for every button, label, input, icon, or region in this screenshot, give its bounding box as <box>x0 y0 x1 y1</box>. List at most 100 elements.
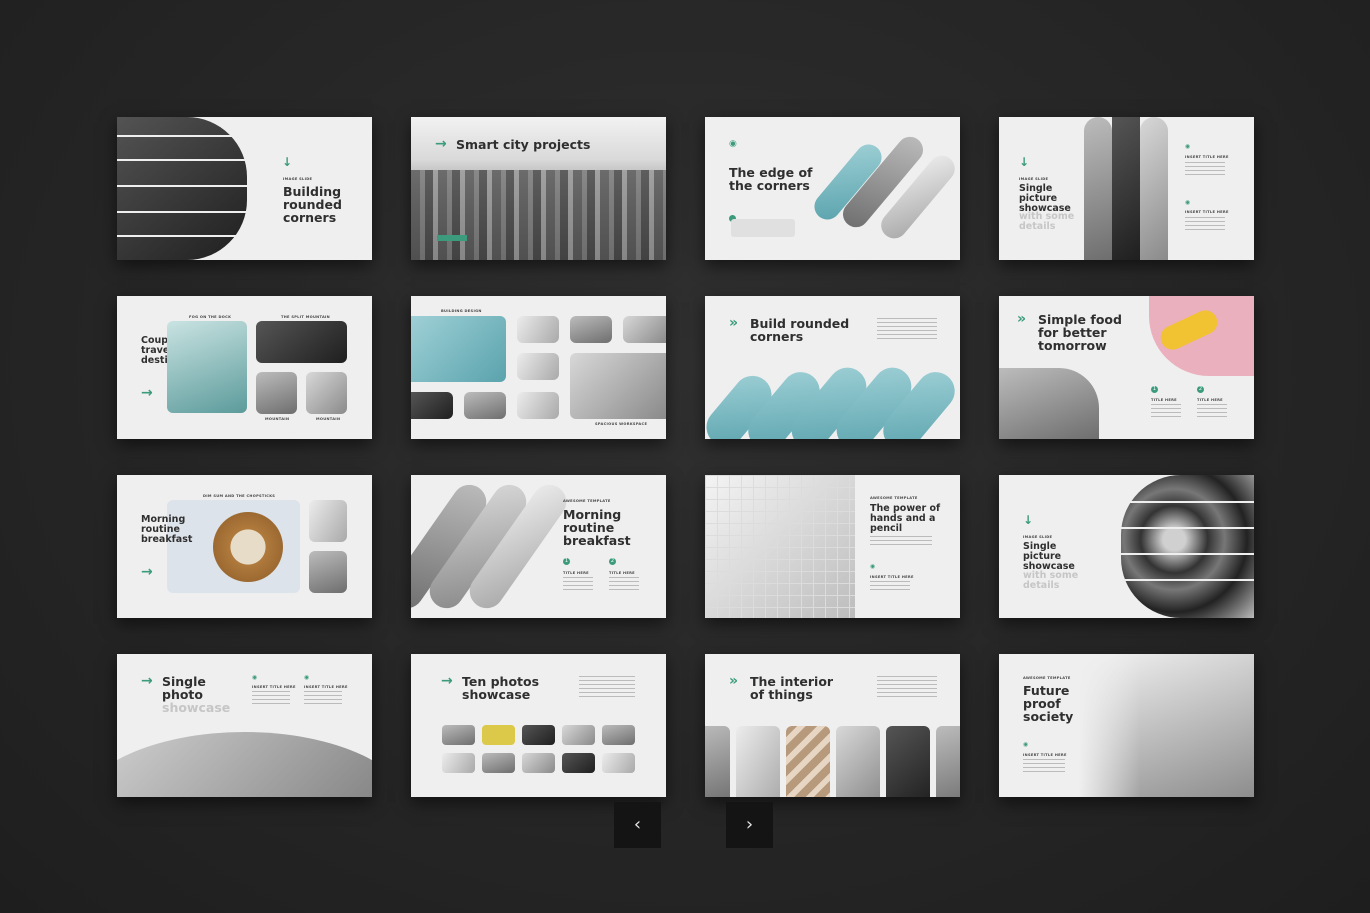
office-image <box>1079 654 1254 797</box>
food-image <box>999 368 1099 439</box>
chevron-left-icon: ‹ <box>633 814 642 835</box>
text-lines <box>1185 217 1225 231</box>
text-lines <box>563 577 593 591</box>
text-lines <box>1185 162 1225 176</box>
slide-title: The edge of the corners <box>729 165 813 193</box>
thumb-image <box>482 725 515 745</box>
caption: TITLE HERE <box>609 571 635 575</box>
slide-title: Single picture showcase <box>1023 541 1075 572</box>
hands-pencil-image <box>705 475 855 618</box>
previous-button[interactable]: ‹ <box>614 802 661 848</box>
text-lines <box>1197 404 1227 418</box>
caption: INSERT TITLE HERE <box>870 575 914 579</box>
mountain-image <box>256 372 297 414</box>
camera-icon: ◉ <box>252 675 258 681</box>
thumb-image <box>442 725 475 745</box>
caption: FOG ON THE DOCK <box>189 315 232 319</box>
slide-thumbnail[interactable]: ◉ The edge of the corners <box>705 117 960 260</box>
double-chevron-icon: » <box>1017 311 1027 327</box>
slide-thumbnail[interactable]: ↓ IMAGE SLIDE Single picture showcase wi… <box>999 117 1254 260</box>
slide-thumbnail[interactable]: AWESOME TEMPLATE The power of hands and … <box>705 475 960 618</box>
slide-title: Morning routine breakfast <box>563 507 631 548</box>
city-skyline-image <box>411 170 666 260</box>
slide-thumbnail[interactable]: → Ten photos showcase <box>411 654 666 797</box>
building-image <box>117 117 247 260</box>
slide-thumbnail[interactable]: AWESOME TEMPLATE Future proof society ◉ … <box>999 654 1254 797</box>
interior-image <box>936 726 960 797</box>
slide-thumbnail[interactable]: » The interior of things <box>705 654 960 797</box>
arrow-down-icon: ↓ <box>1023 513 1034 527</box>
text-lines <box>304 691 342 705</box>
photo-strip-image <box>1112 117 1140 260</box>
text-lines <box>579 676 635 698</box>
interior-image <box>886 726 930 797</box>
thumb-image <box>442 753 475 773</box>
caption: INSERT TITLE HERE <box>1185 210 1229 214</box>
slide-title: Single picture showcase <box>1019 183 1071 214</box>
number-badge: 1 <box>563 558 570 565</box>
camera-icon: ◉ <box>304 675 310 681</box>
slide-thumbnail[interactable]: DIM SUM AND THE CHOPSTICKS Morning routi… <box>117 475 372 618</box>
arrow-right-icon: → <box>141 673 153 689</box>
caption: INSERT TITLE HERE <box>1185 155 1229 159</box>
slide-kicker: DIM SUM AND THE CHOPSTICKS <box>203 494 276 498</box>
interior-image <box>786 726 830 797</box>
slide-subtitle: with some details <box>1023 570 1079 591</box>
next-button[interactable]: › <box>726 802 773 848</box>
slide-title: The interior of things <box>750 674 834 702</box>
number-badge: 2 <box>1197 386 1204 393</box>
slide-kicker: IMAGE SLIDE <box>283 177 313 181</box>
slide-thumbnail[interactable]: → Single photo showcase ◉ INSERT TITLE H… <box>117 654 372 797</box>
interior-image <box>705 726 730 797</box>
slide-subtitle: showcase <box>162 700 231 715</box>
slide-thumbnail[interactable]: ↓ IMAGE SLIDE Single picture showcase wi… <box>999 475 1254 618</box>
slide-title: Simple food for better tomorrow <box>1038 312 1122 353</box>
interior-image <box>736 726 780 797</box>
photo-strip-image <box>1140 117 1168 260</box>
text-lines <box>870 581 910 593</box>
slide-thumbnail[interactable]: BUILDING DESIGN SPACIOUS WORKSPACE <box>411 296 666 439</box>
slide-thumbnail[interactable]: ↓ IMAGE SLIDE Building rounded corners <box>117 117 372 260</box>
building-image <box>411 316 506 382</box>
dumplings-plate <box>213 512 283 582</box>
slide-thumbnail[interactable]: AWESOME TEMPLATE Morning routine breakfa… <box>411 475 666 618</box>
slide-grid: ↓ IMAGE SLIDE Building rounded corners →… <box>117 117 1254 797</box>
slide-thumbnail[interactable]: Couple travel destinations → FOG ON THE … <box>117 296 372 439</box>
slide-thumbnail[interactable]: → Smart city projects <box>411 117 666 260</box>
thumb-image <box>570 316 612 343</box>
caption: MOUNTAIN <box>265 417 290 421</box>
text-lines <box>1023 759 1065 773</box>
slide-thumbnail[interactable]: » Simple food for better tomorrow 1 2 TI… <box>999 296 1254 439</box>
thumb-image <box>517 353 559 380</box>
slide-title: Smart city projects <box>456 137 591 152</box>
thumb-image <box>623 316 666 343</box>
mountain-image <box>306 372 347 414</box>
camera-icon: ◉ <box>1185 144 1191 150</box>
thumb-image <box>411 392 453 419</box>
slide-title: Single photo <box>162 674 206 702</box>
mountain-image <box>256 321 347 363</box>
thumb-image <box>482 753 515 773</box>
caption: MOUNTAIN <box>316 417 341 421</box>
slide-kicker: BUILDING DESIGN <box>441 309 482 313</box>
number-badge: 2 <box>609 558 616 565</box>
double-chevron-icon: » <box>729 315 739 331</box>
text-lines <box>1151 404 1181 418</box>
thumb-image <box>562 725 595 745</box>
slide-kicker: AWESOME TEMPLATE <box>563 499 611 503</box>
text-lines <box>877 676 937 698</box>
slide-thumbnail[interactable]: » Build rounded corners <box>705 296 960 439</box>
thumb-image <box>517 392 559 419</box>
caption: INSERT TITLE HERE <box>304 685 348 689</box>
fog-dock-image <box>167 321 247 413</box>
camera-icon: ◉ <box>729 138 737 148</box>
slide-title: Build rounded corners <box>750 316 850 344</box>
slide-title: Future proof society <box>1023 683 1074 724</box>
caption: TITLE HERE <box>1151 398 1177 402</box>
thumb-image <box>464 392 506 419</box>
workspace-image <box>570 353 666 419</box>
cup-image <box>309 500 347 542</box>
caption: TITLE HERE <box>1197 398 1223 402</box>
slide-subtitle: with some details <box>1019 211 1075 232</box>
caption: SPACIOUS WORKSPACE <box>595 422 648 426</box>
